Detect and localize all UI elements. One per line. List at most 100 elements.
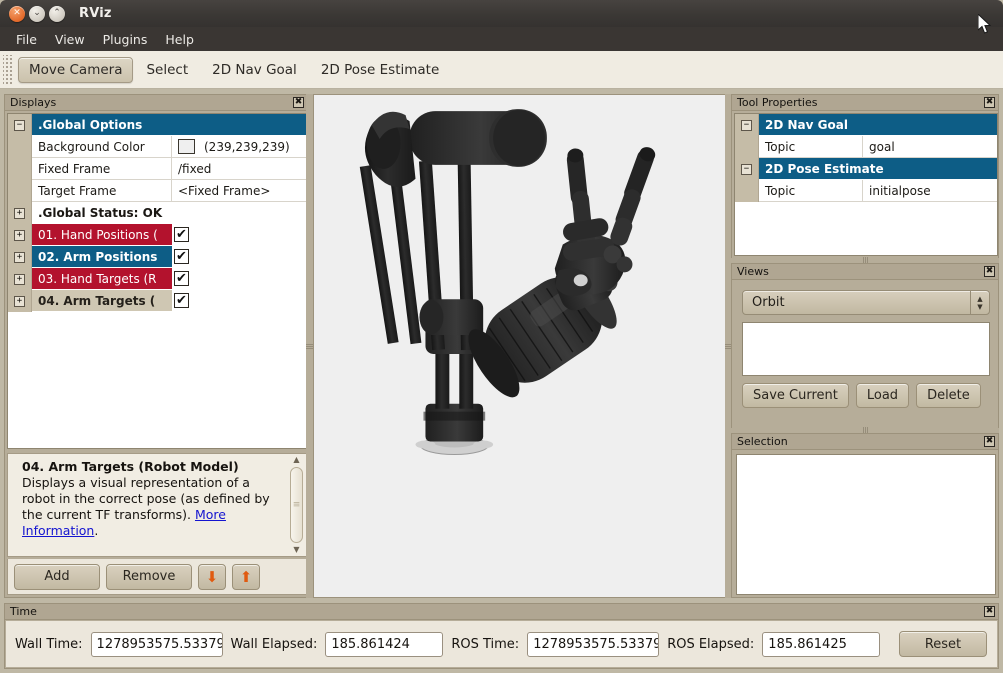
saved-views-list[interactable]: [742, 322, 990, 376]
spinner-up-icon[interactable]: ▲: [977, 295, 982, 303]
ros-elapsed-label: ROS Elapsed:: [667, 637, 754, 652]
close-icon[interactable]: ✖: [984, 606, 995, 617]
tool-2d-nav-goal[interactable]: 2D Nav Goal: [201, 57, 308, 83]
tree-row-arm-targets[interactable]: + 04. Arm Targets ( ✔: [8, 290, 306, 312]
move-up-icon[interactable]: ⬆: [232, 564, 260, 590]
displays-panel-title: Displays: [10, 95, 293, 111]
menu-item-view[interactable]: View: [47, 29, 93, 50]
tree-row-fixed-frame[interactable]: Fixed Frame /fixed: [8, 158, 306, 180]
tree-row-label: 02. Arm Positions: [32, 246, 172, 268]
expander-cell[interactable]: +: [8, 202, 32, 224]
tree-row-target-frame[interactable]: Target Frame <Fixed Frame>: [8, 180, 306, 202]
load-button[interactable]: Load: [856, 383, 909, 408]
views-panel-header: Views ✖: [732, 264, 998, 280]
tree-row-hand-targets[interactable]: + 03. Hand Targets (R ✔: [8, 268, 306, 290]
close-icon[interactable]: ✖: [293, 97, 304, 108]
enable-cell[interactable]: ✔: [172, 268, 306, 290]
move-down-icon[interactable]: ⬇: [198, 564, 226, 590]
expander-cell[interactable]: +: [8, 268, 32, 290]
expander-cell[interactable]: +: [8, 246, 32, 268]
spinner-icon[interactable]: ▲ ▼: [970, 290, 989, 315]
save-current-button[interactable]: Save Current: [742, 383, 849, 408]
window-controls: ✕ ⌄ ⌃: [9, 6, 65, 22]
collapse-icon[interactable]: −: [741, 164, 752, 175]
remove-button[interactable]: Remove: [106, 564, 192, 590]
property-value[interactable]: initialpose: [863, 180, 997, 202]
ros-time-input[interactable]: 1278953575.533790: [527, 632, 659, 657]
ros-elapsed-input[interactable]: 185.861425: [762, 632, 880, 657]
expander-cell[interactable]: −: [735, 114, 759, 136]
tree-row-2d-pose-estimate[interactable]: − 2D Pose Estimate: [735, 158, 997, 180]
reset-button[interactable]: Reset: [899, 631, 987, 657]
tool-move-camera[interactable]: Move Camera: [18, 57, 133, 83]
view-mode-select[interactable]: Orbit ▲ ▼: [742, 290, 990, 315]
tool-2d-pose-estimate[interactable]: 2D Pose Estimate: [310, 57, 450, 83]
checkbox-icon[interactable]: ✔: [174, 293, 189, 308]
property-value[interactable]: <Fixed Frame>: [172, 180, 306, 202]
expander-cell: [8, 136, 32, 158]
display-description: 04. Arm Targets (Robot Model) Displays a…: [7, 453, 307, 557]
tree-row-hand-positions[interactable]: + 01. Hand Positions ( ✔: [8, 224, 306, 246]
wall-time-input[interactable]: 1278953575.533793: [91, 632, 223, 657]
render-view-3d[interactable]: [313, 94, 727, 598]
scroll-up-icon[interactable]: ▲: [293, 456, 299, 464]
property-value[interactable]: goal: [863, 136, 997, 158]
displays-tree[interactable]: − .Global Options Background Color (239,…: [7, 113, 307, 449]
color-value-text: (239,239,239): [204, 140, 290, 154]
maximize-icon[interactable]: ⌃: [49, 6, 65, 22]
color-swatch[interactable]: [178, 139, 195, 154]
displays-panel-header: Displays ✖: [5, 95, 307, 111]
tree-row-global-options[interactable]: − .Global Options: [8, 114, 306, 136]
menu-item-plugins[interactable]: Plugins: [95, 29, 156, 50]
menu-item-help[interactable]: Help: [157, 29, 202, 50]
expander-cell[interactable]: −: [735, 158, 759, 180]
time-fields-row: Wall Time: 1278953575.533793 Wall Elapse…: [6, 621, 997, 667]
collapse-icon[interactable]: −: [14, 120, 25, 131]
enable-cell[interactable]: ✔: [172, 246, 306, 268]
expander-cell[interactable]: +: [8, 290, 32, 312]
close-icon[interactable]: ✖: [984, 97, 995, 108]
spinner-down-icon[interactable]: ▼: [977, 303, 982, 311]
close-icon[interactable]: ✖: [984, 436, 995, 447]
toolbar-drag-handle[interactable]: [3, 55, 12, 85]
description-body: Displays a visual representation of a ro…: [22, 475, 270, 522]
scrollbar-thumb[interactable]: ≡: [290, 467, 303, 543]
expand-icon[interactable]: +: [14, 296, 25, 307]
checkbox-icon[interactable]: ✔: [174, 249, 189, 264]
property-value[interactable]: (239,239,239): [172, 136, 306, 158]
tree-row-arm-positions[interactable]: + 02. Arm Positions ✔: [8, 246, 306, 268]
tool-properties-panel: Tool Properties ✖ − 2D Nav Goal Topic go…: [731, 94, 999, 259]
enable-cell[interactable]: ✔: [172, 290, 306, 312]
collapse-icon[interactable]: −: [741, 120, 752, 131]
tree-row-nav-goal-topic[interactable]: Topic goal: [735, 136, 997, 158]
tool-properties-tree[interactable]: − 2D Nav Goal Topic goal − 2D Pose Estim…: [734, 113, 998, 256]
enable-cell[interactable]: ✔: [172, 224, 306, 246]
checkbox-icon[interactable]: ✔: [174, 271, 189, 286]
selection-panel-header: Selection ✖: [732, 434, 998, 450]
close-icon[interactable]: ✕: [9, 6, 25, 22]
expander-cell[interactable]: +: [8, 224, 32, 246]
wall-elapsed-input[interactable]: 185.861424: [325, 632, 443, 657]
scroll-down-icon[interactable]: ▼: [293, 546, 299, 554]
checkbox-icon[interactable]: ✔: [174, 227, 189, 242]
menu-item-file[interactable]: File: [8, 29, 45, 50]
property-value[interactable]: /fixed: [172, 158, 306, 180]
tree-row-pose-estimate-topic[interactable]: Topic initialpose: [735, 180, 997, 202]
close-icon[interactable]: ✖: [984, 266, 995, 277]
delete-button[interactable]: Delete: [916, 383, 981, 408]
add-button[interactable]: Add: [14, 564, 100, 590]
selection-list[interactable]: [736, 454, 996, 595]
time-panel: Time ✖ Wall Time: 1278953575.533793 Wall…: [4, 603, 999, 669]
description-scrollbar[interactable]: ▲ ≡ ▼: [289, 456, 304, 554]
tree-row-global-status[interactable]: + .Global Status: OK: [8, 202, 306, 224]
tree-row-background-color[interactable]: Background Color (239,239,239): [8, 136, 306, 158]
expand-icon[interactable]: +: [14, 274, 25, 285]
ros-time-label: ROS Time:: [451, 637, 519, 652]
expand-icon[interactable]: +: [14, 230, 25, 241]
expander-cell[interactable]: −: [8, 114, 32, 136]
tree-row-2d-nav-goal[interactable]: − 2D Nav Goal: [735, 114, 997, 136]
minimize-icon[interactable]: ⌄: [29, 6, 45, 22]
expand-icon[interactable]: +: [14, 252, 25, 263]
expand-icon[interactable]: +: [14, 208, 25, 219]
tool-select[interactable]: Select: [135, 57, 199, 83]
